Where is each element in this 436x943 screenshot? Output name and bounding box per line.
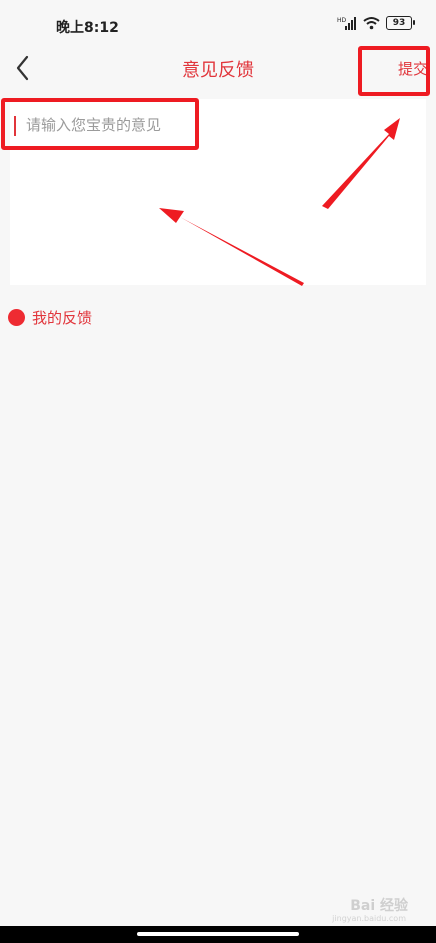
status-time: 晚上8:12 <box>56 20 119 36</box>
red-dot-icon <box>8 309 25 326</box>
hd-signal-icon: HD <box>337 17 356 30</box>
status-icons: HD 93 <box>337 16 415 30</box>
watermark: Bai 经验 <box>350 898 408 914</box>
svg-text:HD: HD <box>337 17 347 24</box>
my-feedback-label: 我的反馈 <box>32 309 93 327</box>
watermark-sub: jingyan.baidu.com <box>332 914 406 923</box>
nav-bar <box>0 926 436 943</box>
status-bar: 晚上8:12 HD 93 <box>0 0 436 44</box>
battery-icon: 93 <box>386 16 415 30</box>
submit-highlight-box <box>358 46 430 96</box>
home-indicator[interactable] <box>137 932 299 936</box>
input-highlight-box <box>1 98 199 150</box>
wifi-icon <box>363 17 380 30</box>
my-feedback-header: 我的反馈 <box>8 307 92 328</box>
